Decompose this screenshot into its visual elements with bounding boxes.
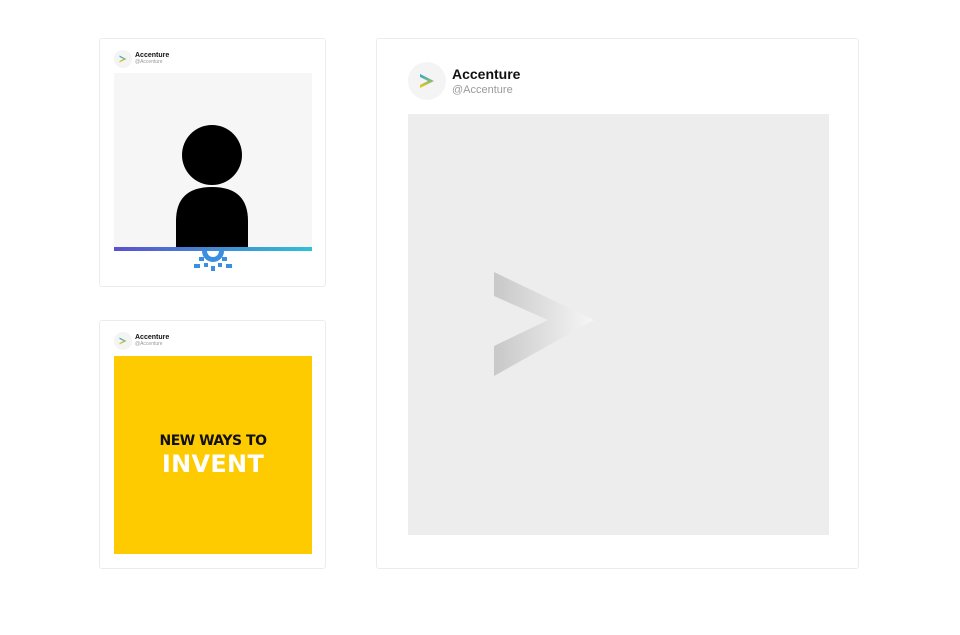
author-handle[interactable]: @Accenture xyxy=(135,59,169,66)
author-name[interactable]: Accenture xyxy=(452,66,520,82)
gear-icon xyxy=(194,251,232,271)
headline-line-2: INVENT xyxy=(161,449,265,478)
post-card[interactable]: Accenture @Accenture xyxy=(99,38,326,287)
avatar[interactable] xyxy=(408,62,446,100)
accenture-logo-icon xyxy=(420,74,434,88)
accenture-logo-icon xyxy=(119,55,127,63)
post-image[interactable] xyxy=(408,114,829,535)
avatar[interactable] xyxy=(114,50,132,68)
post-card-featured[interactable]: Accenture @Accenture xyxy=(376,38,859,569)
accenture-chevron-graphic xyxy=(494,272,594,376)
post-header: Accenture @Accenture xyxy=(408,62,520,100)
avatar[interactable] xyxy=(114,332,132,350)
post-card[interactable]: Accenture @Accenture NEW WAYS TO INVENT xyxy=(99,320,326,569)
author-handle[interactable]: @Accenture xyxy=(135,341,169,348)
person-silhouette-graphic xyxy=(176,125,248,249)
author-handle[interactable]: @Accenture xyxy=(452,84,520,97)
headline-line-1: NEW WAYS TO xyxy=(159,432,267,449)
post-image[interactable]: NEW WAYS TO INVENT xyxy=(114,356,312,554)
post-header: Accenture @Accenture xyxy=(114,332,169,350)
post-header: Accenture @Accenture xyxy=(114,50,169,68)
post-image[interactable] xyxy=(114,73,312,251)
accenture-logo-icon xyxy=(119,337,127,345)
